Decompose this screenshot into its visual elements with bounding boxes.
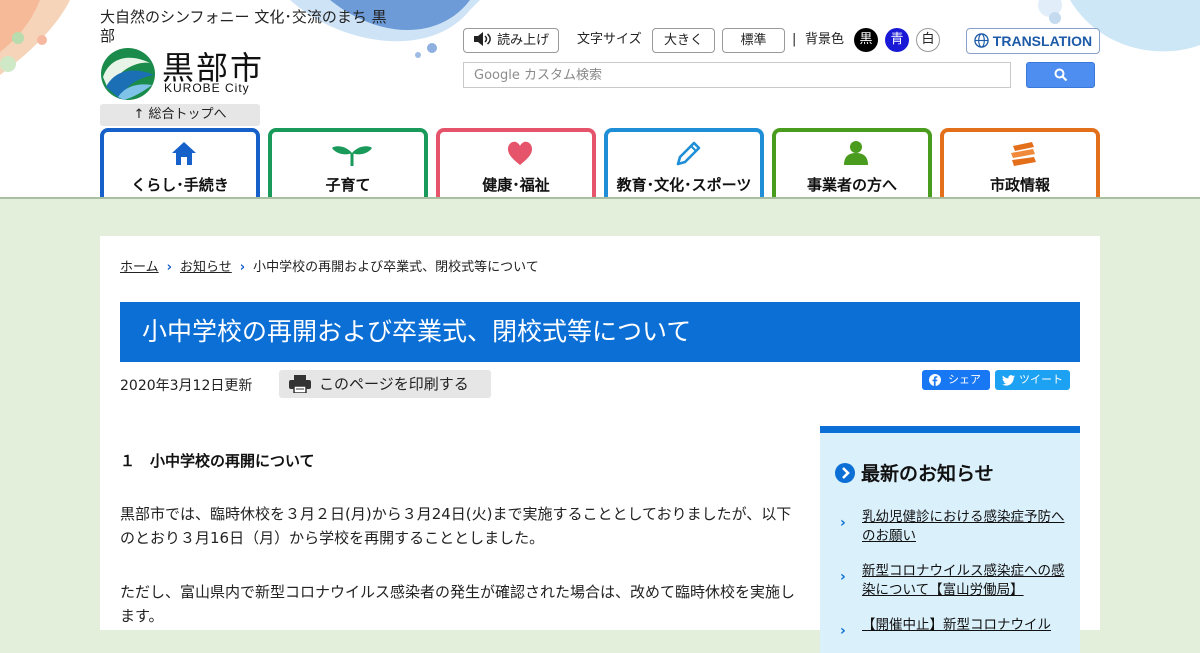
nav-label: 市政情報 bbox=[989, 176, 1050, 194]
search-brand: Google bbox=[474, 68, 520, 83]
nav-label: 事業者の方へ bbox=[806, 176, 897, 194]
nav-kurashi[interactable]: くらし･手続き bbox=[100, 128, 260, 197]
nav-kyoiku[interactable]: 教育･文化･スポーツ bbox=[604, 128, 764, 197]
search-button[interactable] bbox=[1026, 62, 1095, 88]
nav-kosodate[interactable]: 子育て bbox=[268, 128, 428, 197]
breadcrumb-home[interactable]: ホーム bbox=[120, 260, 159, 275]
kurobe-logo-mark bbox=[101, 48, 155, 100]
bg-color-label: 背景色 bbox=[805, 32, 845, 47]
search-icon bbox=[1054, 68, 1068, 82]
nav-jigyosha[interactable]: 事業者の方へ bbox=[772, 128, 932, 197]
house-icon bbox=[172, 142, 196, 165]
news-item[interactable]: › 乳幼児健診における感染症予防へのお願い bbox=[840, 508, 1067, 546]
article-heading: １ 小中学校の再開について bbox=[120, 452, 315, 470]
font-size-large-button[interactable]: 大きく bbox=[652, 28, 715, 53]
site-tagline: 大自然のシンフォニー 文化･交流のまち 黒部 bbox=[100, 8, 387, 45]
tweet-label: ツイート bbox=[1019, 373, 1063, 386]
read-aloud-button[interactable]: 読み上げ bbox=[463, 28, 559, 53]
nav-shisei[interactable]: 市政情報 bbox=[940, 128, 1100, 197]
search-placeholder: カスタム検索 bbox=[523, 68, 602, 83]
nav-label: くらし･手続き bbox=[131, 176, 229, 194]
search-input[interactable]: Google カスタム検索 bbox=[463, 62, 1011, 88]
nav-label: 子育て bbox=[325, 176, 371, 194]
article-paragraph: ただし、富山県内で新型コロナウイルス感染者の発生が確認された場合は、改めて臨時休… bbox=[120, 583, 796, 625]
news-item[interactable]: › 新型コロナウイルス感染症への感染について【富山労働局】 bbox=[840, 562, 1067, 600]
divider: | bbox=[792, 32, 797, 47]
sidebar-title-text: 最新のお知らせ bbox=[861, 463, 994, 485]
top-page-link[interactable]: ↑ 総合トップへ bbox=[100, 104, 260, 126]
heart-icon bbox=[508, 141, 532, 165]
bg-black-button[interactable]: 黒 bbox=[854, 28, 878, 52]
nav-label: 教育･文化･スポーツ bbox=[616, 176, 752, 194]
nav-kenko[interactable]: 健康･福祉 bbox=[436, 128, 596, 197]
read-aloud-label: 読み上げ bbox=[497, 33, 550, 48]
city-name-en: KUROBE City bbox=[164, 81, 250, 95]
bg-white-button[interactable]: 白 bbox=[916, 28, 940, 52]
sidebar-title: 最新のお知らせ bbox=[835, 459, 994, 486]
translation-button[interactable]: TRANSLATION bbox=[966, 28, 1100, 54]
chevron-right-icon: › bbox=[239, 260, 246, 275]
breadcrumb-current: 小中学校の再開および卒業式、閉校式等について bbox=[253, 260, 539, 275]
bg-blue-button[interactable]: 青 bbox=[885, 28, 909, 52]
site-header: 大自然のシンフォニー 文化･交流のまち 黒部 黒部市 KUROBE City ↑… bbox=[0, 0, 1200, 199]
person-icon bbox=[844, 141, 868, 165]
chevron-right-icon: › bbox=[840, 515, 846, 531]
chevron-circle-icon bbox=[835, 463, 855, 483]
news-item-label: 乳幼児健診における感染症予防へのお願い bbox=[862, 509, 1065, 544]
chevron-right-icon: › bbox=[840, 623, 846, 639]
facebook-share-button[interactable]: シェア bbox=[922, 370, 990, 390]
speaker-icon bbox=[473, 32, 491, 46]
twitter-bird-icon bbox=[1002, 375, 1015, 386]
breadcrumb: ホーム › お知らせ › 小中学校の再開および卒業式、閉校式等について bbox=[120, 256, 539, 275]
print-label: このページを印刷する bbox=[319, 375, 469, 393]
news-item[interactable]: › 【開催中止】新型コロナウイル bbox=[840, 616, 1067, 639]
chevron-right-icon: › bbox=[166, 260, 172, 275]
facebook-icon bbox=[929, 374, 941, 386]
up-arrow-icon: ↑ bbox=[133, 107, 145, 122]
font-size-standard-button[interactable]: 標準 bbox=[722, 28, 785, 53]
site-logo[interactable]: 黒部市 KUROBE City bbox=[100, 47, 270, 101]
main-content: ホーム › お知らせ › 小中学校の再開および卒業式、閉校式等について 小中学校の再開お… bbox=[100, 236, 1100, 653]
books-icon bbox=[1011, 142, 1036, 166]
breadcrumb-news[interactable]: お知らせ bbox=[180, 260, 232, 275]
news-item-label: 新型コロナウイルス感染症への感染について【富山労働局】 bbox=[862, 563, 1065, 598]
latest-news-sidebar: 最新のお知らせ › 乳幼児健診における感染症予防へのお願い › 新型コロナウイル… bbox=[820, 426, 1080, 653]
updated-date: 2020年3月12日更新 bbox=[120, 378, 253, 394]
globe-icon bbox=[974, 33, 989, 48]
nav-label: 健康･福祉 bbox=[482, 176, 550, 194]
sprout-icon bbox=[332, 146, 372, 166]
top-page-link-label: 総合トップへ bbox=[148, 107, 227, 122]
news-item-label: 【開催中止】新型コロナウイル bbox=[862, 617, 1051, 633]
pencil-icon bbox=[676, 141, 701, 166]
chevron-right-icon: › bbox=[840, 569, 846, 585]
twitter-tweet-button[interactable]: ツイート bbox=[995, 370, 1070, 390]
translation-label: TRANSLATION bbox=[992, 33, 1093, 49]
article-paragraph: 黒部市では、臨時休校を３月２日(月)から３月24日(火)まで実施することとしてお… bbox=[120, 505, 792, 547]
page-title: 小中学校の再開および卒業式、閉校式等について bbox=[120, 302, 1080, 362]
printer-icon bbox=[289, 375, 311, 393]
share-label: シェア bbox=[948, 373, 981, 386]
print-button[interactable]: このページを印刷する bbox=[279, 370, 491, 398]
font-size-label: 文字サイズ bbox=[577, 32, 642, 47]
